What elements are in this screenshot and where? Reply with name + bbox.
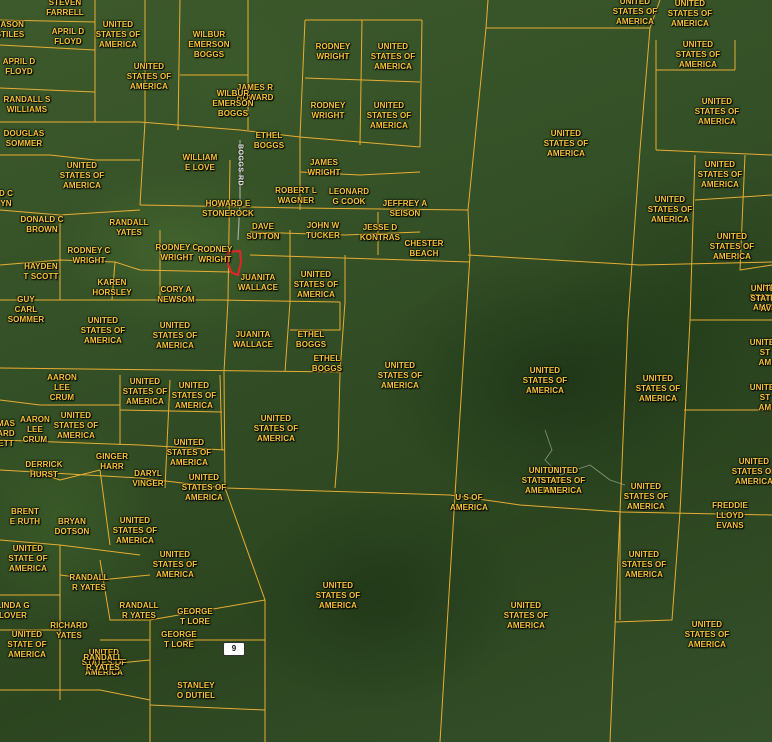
owner-label[interactable]: GUY CARL SOMMER bbox=[8, 295, 45, 325]
route-shield: 9 bbox=[223, 642, 245, 656]
road-label-boggs-rd: BOGGS RD bbox=[236, 143, 244, 187]
owner-label[interactable]: UNITED STATES OF AMERICA bbox=[378, 361, 423, 391]
owner-label[interactable]: UNITED STATES OF AMERICA bbox=[367, 101, 412, 131]
owner-label[interactable]: WILBUR EMERSON BOGGS bbox=[212, 89, 253, 119]
owner-label[interactable]: DONALD C BROWN bbox=[20, 215, 63, 235]
owner-label[interactable]: UNITED STATE OF AMERICA bbox=[8, 544, 47, 574]
owner-label[interactable]: RICHARD YATES bbox=[50, 621, 88, 641]
owner-label[interactable]: UNITED ST AM bbox=[750, 383, 772, 413]
owner-label[interactable]: UNITED STATES OF AMERICA bbox=[127, 62, 172, 92]
owner-label[interactable]: APRIL D FLOYD bbox=[3, 57, 36, 77]
owner-label[interactable]: UNITED STATES OF AMERICA bbox=[182, 473, 227, 503]
owner-label[interactable]: ETHEL BOGGS bbox=[254, 131, 284, 151]
owner-label[interactable]: D C YN bbox=[0, 189, 13, 209]
owner-label[interactable]: UNITED STATES OF AMERICA bbox=[504, 601, 549, 631]
owner-label[interactable]: UNITED STATES AV bbox=[751, 284, 772, 314]
parcel-map[interactable]: BOGGS RD 9 STEVEN FARRELL JASON STILES UNI… bbox=[0, 0, 772, 742]
owner-label[interactable]: RODNEY C WRIGHT bbox=[68, 246, 111, 266]
owner-label[interactable]: UNITED STATES OF AMERICA bbox=[676, 40, 721, 70]
owner-label[interactable]: UNITED STATES OF AMERICA bbox=[113, 516, 158, 546]
owner-label[interactable]: JASON STILES bbox=[0, 20, 24, 40]
owner-label[interactable]: UNITED STATE OF AMERICA bbox=[7, 630, 46, 660]
owner-label[interactable]: UNITED STATES OF AMERICA bbox=[81, 316, 126, 346]
owner-label[interactable]: UNITED STATES OF AMERICA bbox=[695, 97, 740, 127]
owner-label[interactable]: DAVE SUTTON bbox=[246, 222, 279, 242]
owner-label[interactable]: RODNEY WRIGHT bbox=[311, 101, 346, 121]
owner-label[interactable]: UNITED STATES OF AMERICA bbox=[60, 161, 105, 191]
owner-label[interactable]: UNITED STATES OF AMERICA bbox=[732, 457, 772, 487]
owner-label[interactable]: JUANITA WALLACE bbox=[233, 330, 273, 350]
owner-label[interactable]: JAMES WRIGHT bbox=[307, 158, 340, 178]
owner-label[interactable]: AARON LEE CRUM bbox=[20, 415, 50, 445]
owner-label[interactable]: RANDALL S WILLIAMS bbox=[4, 95, 51, 115]
owner-label[interactable]: UNITED STATES OF AMERICA bbox=[668, 0, 713, 29]
owner-label[interactable]: RANDALL R YATES bbox=[69, 573, 108, 593]
owner-label[interactable]: GEORGE T LORE bbox=[177, 607, 213, 627]
owner-label[interactable]: UNITED STATES OF AMERICA bbox=[123, 377, 168, 407]
owner-label[interactable]: ETHEL BOGGS bbox=[312, 354, 342, 374]
owner-label[interactable]: UNITED STATES OF AMERICA bbox=[54, 411, 99, 441]
owner-label[interactable]: UNITED ST AM bbox=[750, 338, 772, 368]
owner-label[interactable]: DARYL VINGER bbox=[132, 469, 163, 489]
owner-label[interactable]: U S OF AMERICA bbox=[450, 493, 488, 513]
owner-label[interactable]: UNITED STATES OF AMERICA bbox=[622, 550, 667, 580]
owner-label[interactable]: RANDALL YATES bbox=[109, 218, 148, 238]
owner-label[interactable]: RODNEY C WRIGHT bbox=[156, 243, 199, 263]
owner-label[interactable]: JOHN W TUCKER bbox=[306, 221, 340, 241]
owner-label[interactable]: GINGER HARR bbox=[96, 452, 128, 472]
owner-label[interactable]: RANDALL R YATES bbox=[119, 601, 158, 621]
owner-label[interactable]: KAREN HORSLEY bbox=[92, 278, 131, 298]
owner-label[interactable]: JEFFREY A SEISON bbox=[383, 199, 427, 219]
owner-label[interactable]: UNITED STATES OF AMERICA bbox=[710, 232, 755, 262]
owner-label[interactable]: CORY A NEWSOM bbox=[157, 285, 195, 305]
owner-label[interactable]: CHESTER BEACH bbox=[405, 239, 444, 259]
owner-label[interactable]: UNITED STATES OF AMERICA bbox=[371, 42, 416, 72]
owner-label[interactable]: DERRICK HURST bbox=[25, 460, 62, 480]
owner-label[interactable]: LINDA G LOVER bbox=[0, 601, 30, 621]
owner-label[interactable]: ETHEL BOGGS bbox=[296, 330, 326, 350]
owner-label[interactable]: WILBUR EMERSON BOGGS bbox=[188, 30, 229, 60]
owner-label[interactable]: UNITED STATES OF AMERICA bbox=[153, 550, 198, 580]
owner-label[interactable]: WILLIAM E LOVE bbox=[183, 153, 218, 173]
owner-label[interactable]: HOWARD E STONEROCK bbox=[202, 199, 254, 219]
owner-label[interactable]: STEVEN FARRELL bbox=[46, 0, 84, 18]
owner-label[interactable]: LEONARD G COOK bbox=[329, 187, 369, 207]
owner-label[interactable]: UNITED STATES OF AMERICA bbox=[96, 20, 141, 50]
owner-label[interactable]: RODNEY WRIGHT bbox=[316, 42, 351, 62]
owner-label[interactable]: UNITED STATES OF AMERICA bbox=[648, 195, 693, 225]
owner-label[interactable]: ROBERT L WAGNER bbox=[275, 186, 317, 206]
owner-label[interactable]: JUANITA WALLACE bbox=[238, 273, 278, 293]
owner-label[interactable]: UNITED STATES OF AMERICA bbox=[613, 0, 658, 27]
owner-label[interactable]: UNITED STATES OF AMERICA bbox=[153, 321, 198, 351]
owner-label[interactable]: UNITED STATES OF AMERICA bbox=[541, 466, 586, 496]
owner-label[interactable]: UNITED STATES OF AMERICA bbox=[167, 438, 212, 468]
owner-label[interactable]: UNITED STATES OF AMERICA bbox=[294, 270, 339, 300]
owner-label[interactable]: RODNEY WRIGHT bbox=[198, 245, 233, 265]
owner-label[interactable]: JESSE D KONTRAS bbox=[360, 223, 400, 243]
owner-label[interactable]: BRENT E RUTH bbox=[10, 507, 40, 527]
owner-label[interactable]: UNITED STATES OF AMERICA bbox=[544, 129, 589, 159]
owner-label[interactable]: UNITED STATES OF AMERICA bbox=[698, 160, 743, 190]
owner-label[interactable]: UNITED STATES OF AMERICA bbox=[636, 374, 681, 404]
owner-label[interactable]: GEORGE T LORE bbox=[161, 630, 197, 650]
owner-label[interactable]: UNITED STATES OF AMERICA bbox=[254, 414, 299, 444]
owner-label[interactable]: FREDDIE LLOYD EVANS bbox=[712, 501, 748, 531]
owner-label[interactable]: UNITED STATES OF AMERICA bbox=[624, 482, 669, 512]
owner-label[interactable]: UNITED STATES OF AMERICA bbox=[523, 366, 568, 396]
owner-label[interactable]: UNITED STATES OF AMERICA bbox=[316, 581, 361, 611]
owner-label[interactable]: UNITED STATES OF AMERICA bbox=[172, 381, 217, 411]
owner-label[interactable]: BRYAN DOTSON bbox=[55, 517, 90, 537]
owner-label[interactable]: RANDALL R YATES bbox=[83, 653, 122, 673]
owner-label[interactable]: MAS ARD ETT bbox=[0, 419, 15, 449]
owner-label[interactable]: HAYDEN T SCOTT bbox=[24, 262, 59, 282]
owner-label[interactable]: DOUGLAS SOMMER bbox=[4, 129, 45, 149]
owner-label[interactable]: APRIL D FLOYD bbox=[52, 27, 85, 47]
owner-label[interactable]: STANLEY O DUTIEL bbox=[177, 681, 215, 701]
owner-label[interactable]: UNITED STATES OF AMERICA bbox=[685, 620, 730, 650]
owner-label[interactable]: AARON LEE CRUM bbox=[47, 373, 77, 403]
